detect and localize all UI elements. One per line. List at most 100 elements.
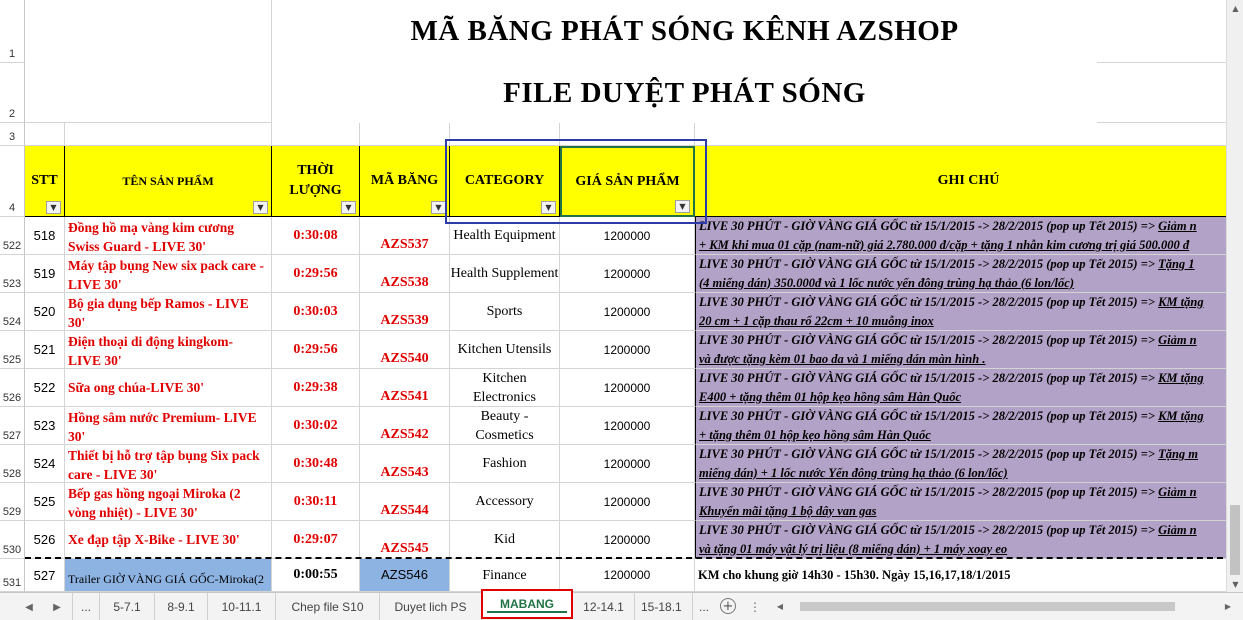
add-sheet-icon[interactable]: + (720, 598, 736, 614)
cell-stt[interactable]: 522 (25, 369, 65, 407)
row-header-3[interactable]: 3 (0, 123, 25, 146)
cell-duration[interactable]: 0:29:07 (272, 521, 360, 559)
tab-more-left[interactable]: ... (72, 593, 100, 620)
sheet-title[interactable]: MÃ BĂNG PHÁT SÓNG KÊNH AZSHOP (272, 0, 1097, 63)
row-header[interactable]: 526 (0, 369, 25, 407)
cell-product-name[interactable]: Đồng hồ mạ vàng kim cương Swiss Guard - … (65, 217, 272, 255)
cell-stt[interactable]: 523 (25, 407, 65, 445)
row-header[interactable]: 529 (0, 483, 25, 521)
tab-scroll-left-icon[interactable]: ◀ (22, 597, 36, 617)
cell-duration[interactable]: 0:29:38 (272, 369, 360, 407)
cell-note[interactable]: LIVE 30 PHÚT - GIỜ VÀNG GIÁ GỐC từ 15/1/… (695, 331, 1226, 369)
worksheet[interactable]: 1 2 3 4 MÃ BĂNG PHÁT SÓNG KÊNH AZSHOP FI… (0, 0, 1243, 592)
split-handle-icon[interactable]: ⋮ (749, 597, 761, 617)
cell-note[interactable]: LIVE 30 PHÚT - GIỜ VÀNG GIÁ GỐC từ 15/1/… (695, 521, 1226, 559)
cell-price[interactable]: 1200000 (560, 521, 695, 559)
cell-tape-code[interactable]: AZS544 (360, 483, 450, 521)
cell-price[interactable]: 1200000 (560, 483, 695, 521)
cell-note[interactable]: LIVE 30 PHÚT - GIỜ VÀNG GIÁ GỐC từ 15/1/… (695, 483, 1226, 521)
cell-stt[interactable]: 520 (25, 293, 65, 331)
scrollbar-thumb[interactable] (1230, 505, 1240, 575)
cell[interactable] (695, 123, 1243, 146)
cell-product-name[interactable]: Xe đạp tập X-Bike - LIVE 30' (65, 521, 272, 559)
cell[interactable] (1097, 63, 1243, 123)
cell-product-name[interactable]: Bộ gia dụng bếp Ramos - LIVE 30' (65, 293, 272, 331)
cell[interactable] (1097, 0, 1243, 63)
row-header[interactable]: 531 (0, 559, 25, 592)
cell-stt[interactable]: 521 (25, 331, 65, 369)
scroll-down-icon[interactable]: ▼ (1227, 576, 1243, 592)
row-header[interactable]: 522 (0, 217, 25, 255)
cell-duration[interactable]: 0:30:02 (272, 407, 360, 445)
cell-note[interactable]: KM cho khung giờ 14h30 - 15h30. Ngày 15,… (695, 559, 1226, 592)
filter-dropdown-icon[interactable]: ▼ (253, 201, 268, 214)
row-header[interactable]: 528 (0, 445, 25, 483)
cell-price[interactable]: 1200000 (560, 331, 695, 369)
cell-price[interactable]: 1200000 (560, 407, 695, 445)
cell[interactable] (272, 123, 360, 146)
header-product-name[interactable]: TÊN SẢN PHẨM ▼ (65, 146, 272, 217)
cell-product-name[interactable]: Máy tập bụng New six pack care - LIVE 30… (65, 255, 272, 293)
row-header[interactable]: 530 (0, 521, 25, 559)
tab-10-11-1[interactable]: 10-11.1 (208, 593, 276, 620)
cell-tape-code[interactable]: AZS542 (360, 407, 450, 445)
cell-duration[interactable]: 0:30:08 (272, 217, 360, 255)
row-header-1[interactable]: 1 (0, 0, 25, 63)
cell-category[interactable]: Fashion (450, 445, 560, 483)
cell-stt[interactable]: 524 (25, 445, 65, 483)
cell[interactable] (25, 123, 65, 146)
row-header[interactable]: 525 (0, 331, 25, 369)
cell-tape-code[interactable]: AZS541 (360, 369, 450, 407)
cell-product-name[interactable]: Sữa ong chúa-LIVE 30' (65, 369, 272, 407)
tab-15-18-1[interactable]: 15-18.1 (635, 593, 693, 620)
cell-tape-code[interactable]: AZS537 (360, 217, 450, 255)
tab-5-7-1[interactable]: 5-7.1 (100, 593, 155, 620)
cell-note[interactable]: LIVE 30 PHÚT - GIỜ VÀNG GIÁ GỐC từ 15/1/… (695, 407, 1226, 445)
cell-price[interactable]: 1200000 (560, 559, 695, 592)
cell-duration[interactable]: 0:30:03 (272, 293, 360, 331)
cell-category[interactable]: Kitchen Electronics (450, 369, 560, 407)
cell-note[interactable]: LIVE 30 PHÚT - GIỜ VÀNG GIÁ GỐC từ 15/1/… (695, 293, 1226, 331)
cell-category[interactable]: Kitchen Utensils (450, 331, 560, 369)
tab-scroll-right-icon[interactable]: ▶ (50, 597, 64, 617)
cell-tape-code[interactable]: AZS546 (360, 559, 450, 592)
scroll-left-icon[interactable]: ◀ (774, 599, 786, 614)
cell-tape-code[interactable]: AZS540 (360, 331, 450, 369)
scroll-up-icon[interactable]: ▲ (1227, 0, 1243, 16)
cell-duration[interactable]: 0:29:56 (272, 255, 360, 293)
row-header-4[interactable]: 4 (0, 146, 25, 217)
cell-price[interactable]: 1200000 (560, 445, 695, 483)
tab-8-9-1[interactable]: 8-9.1 (155, 593, 208, 620)
cell-product-name[interactable]: Bếp gas hồng ngoại Miroka (2 vòng nhiệt)… (65, 483, 272, 521)
cell-category[interactable]: Finance (450, 559, 560, 592)
filter-dropdown-icon[interactable]: ▼ (46, 201, 61, 214)
cell-tape-code[interactable]: AZS539 (360, 293, 450, 331)
cell-stt[interactable]: 518 (25, 217, 65, 255)
cell[interactable] (65, 123, 272, 146)
cell-tape-code[interactable]: AZS545 (360, 521, 450, 559)
cell-stt[interactable]: 526 (25, 521, 65, 559)
cell-product-name[interactable]: Điện thoại di động kingkom- LIVE 30' (65, 331, 272, 369)
cell-price[interactable]: 1200000 (560, 255, 695, 293)
cell-duration[interactable]: 0:00:55 (272, 559, 360, 592)
row-header[interactable]: 524 (0, 293, 25, 331)
cell-tape-code[interactable]: AZS543 (360, 445, 450, 483)
cell-stt[interactable]: 527 (25, 559, 65, 592)
tab-12-14-1[interactable]: 12-14.1 (573, 593, 635, 620)
cell-note[interactable]: LIVE 30 PHÚT - GIỜ VÀNG GIÁ GỐC từ 15/1/… (695, 445, 1226, 483)
cell-duration[interactable]: 0:29:56 (272, 331, 360, 369)
tab-chep-file-s10[interactable]: Chep file S10 (276, 593, 380, 620)
cell-duration[interactable]: 0:30:48 (272, 445, 360, 483)
cell-category[interactable]: Health Supplement (450, 255, 560, 293)
cell-stt[interactable]: 519 (25, 255, 65, 293)
tab-duyet-lich-ps[interactable]: Duyet lich PS (380, 593, 482, 620)
cell-duration[interactable]: 0:30:11 (272, 483, 360, 521)
cell-category[interactable]: Sports (450, 293, 560, 331)
row-header[interactable]: 523 (0, 255, 25, 293)
cell-note[interactable]: LIVE 30 PHÚT - GIỜ VÀNG GIÁ GỐC từ 15/1/… (695, 369, 1226, 407)
sheet-subtitle[interactable]: FILE DUYỆT PHÁT SÓNG (272, 63, 1097, 123)
tab-mabang[interactable]: MABANG (481, 589, 573, 619)
cell-note[interactable]: LIVE 30 PHÚT - GIỜ VÀNG GIÁ GỐC từ 15/1/… (695, 217, 1226, 255)
scroll-right-icon[interactable]: ▶ (1222, 599, 1234, 614)
header-stt[interactable]: STT ▼ (25, 146, 65, 217)
